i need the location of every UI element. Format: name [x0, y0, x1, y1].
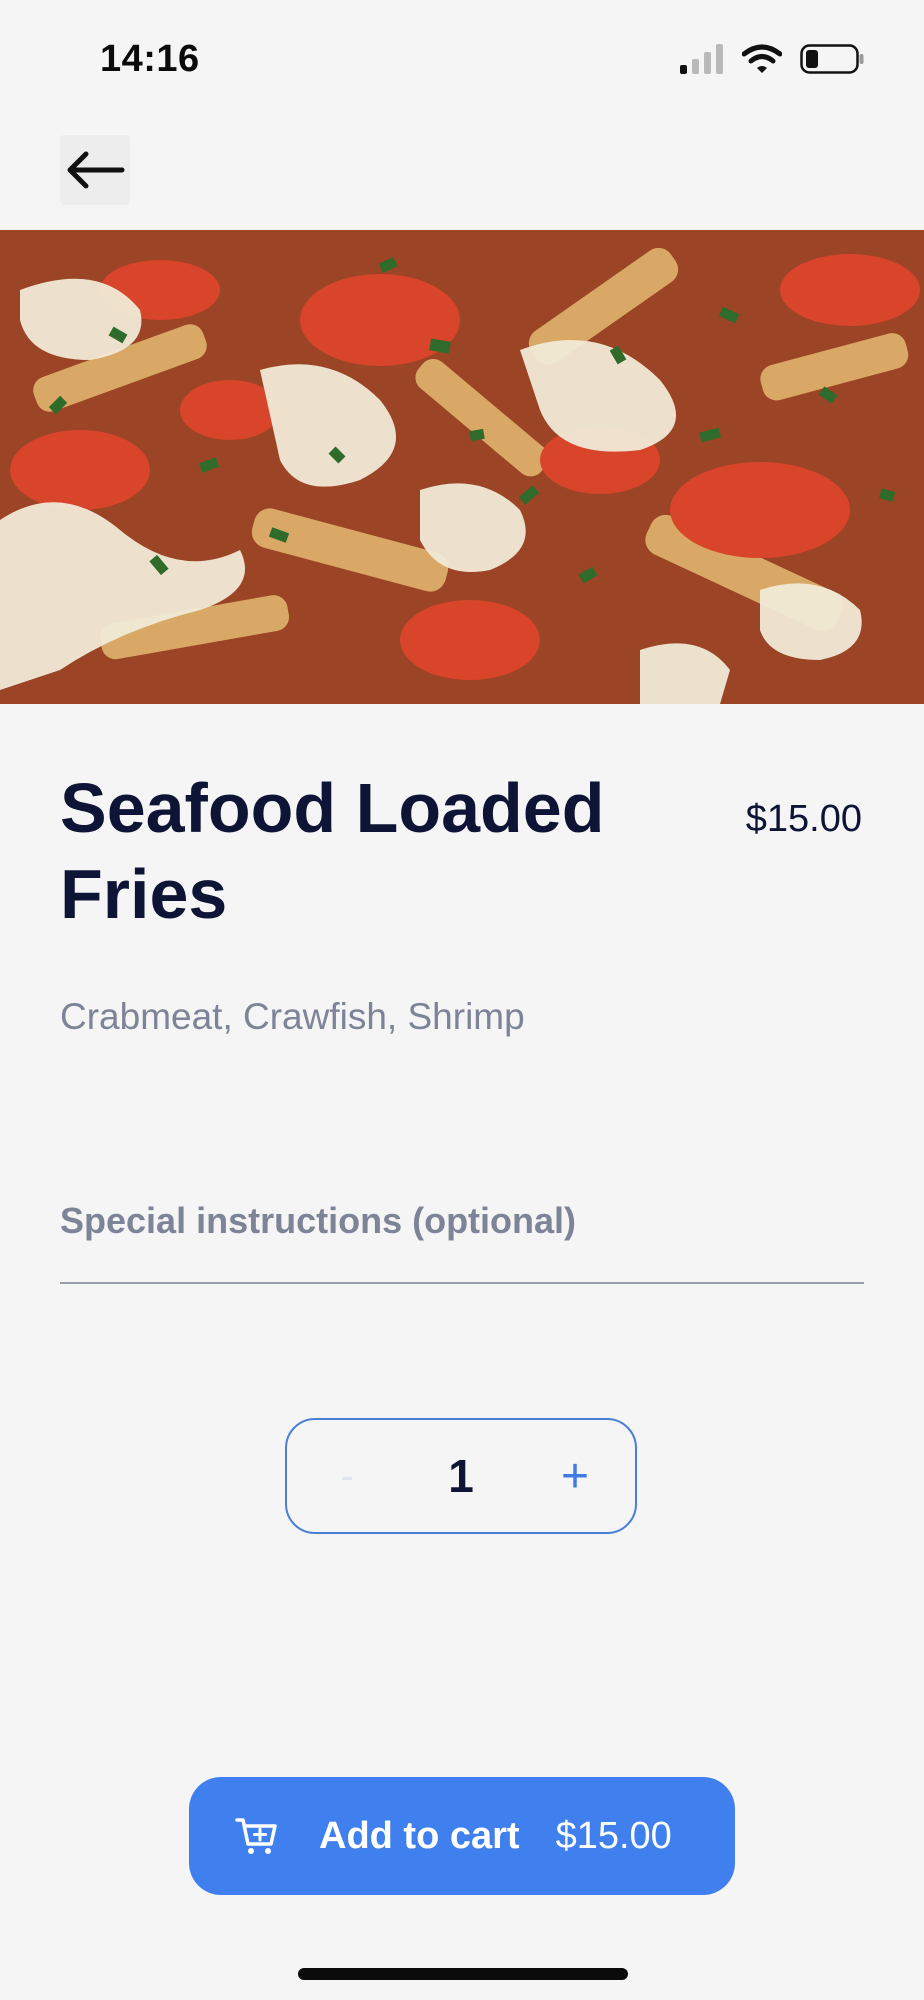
status-time: 14:16 [100, 38, 200, 80]
item-photo [0, 230, 924, 704]
special-instructions-field[interactable]: Special instructions (optional) [60, 1200, 864, 1284]
special-instructions-label: Special instructions (optional) [60, 1200, 577, 1241]
status-icons [680, 44, 864, 74]
home-indicator[interactable] [298, 1968, 628, 1980]
decrement-button[interactable]: - [327, 1454, 367, 1499]
item-title: Seafood Loaded Fries [60, 769, 605, 933]
wifi-icon [742, 44, 782, 73]
quantity-value: 1 [448, 1450, 474, 1502]
add-to-cart-button[interactable]: Add to cart $15.00 [189, 1777, 735, 1895]
increment-button[interactable]: + [555, 1449, 595, 1504]
add-to-cart-price: $15.00 [555, 1814, 672, 1857]
quantity-stepper: - 1 + [285, 1418, 637, 1534]
battery-icon [800, 44, 864, 74]
item-description: Crabmeat, Crawfish, Shrimp [60, 996, 525, 1037]
signal-icon [680, 44, 723, 74]
seafood-fries-illustration [0, 230, 924, 704]
back-button[interactable] [60, 135, 130, 205]
cart-plus-icon [235, 1818, 277, 1854]
add-to-cart-label: Add to cart [319, 1814, 520, 1857]
status-bar: 14:16 [0, 0, 924, 120]
arrow-left-icon [67, 151, 125, 189]
item-price: $15.00 [745, 798, 862, 840]
